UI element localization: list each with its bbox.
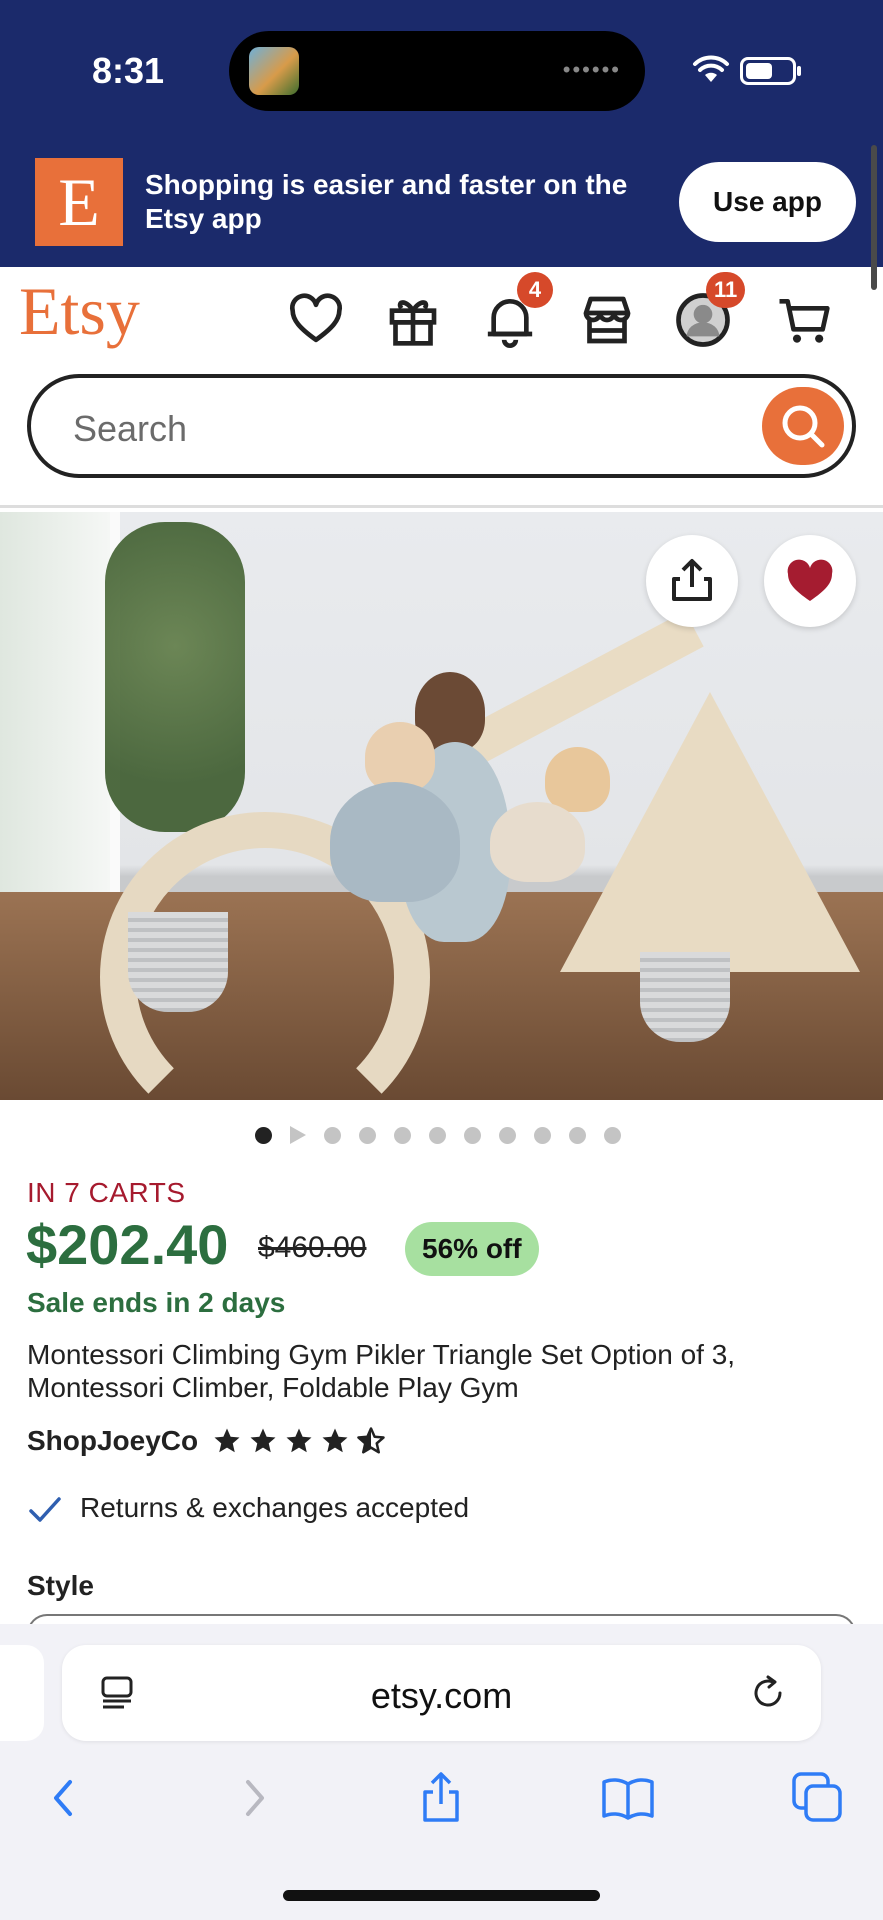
favorite-button[interactable] [764,535,856,627]
home-indicator[interactable] [283,1890,600,1901]
star-full-icon [214,1428,240,1453]
sale-price: $202.40 [26,1213,229,1276]
battery-nub [797,66,801,76]
style-label: Style [27,1570,94,1601]
account-badge: 11 [706,272,746,308]
carousel-dot[interactable] [604,1126,621,1144]
cart-icon[interactable] [776,292,832,348]
star-full-icon [322,1428,348,1453]
etsy-logo[interactable]: Etsy [19,272,140,351]
tabs-icon[interactable] [790,1770,846,1826]
in-carts-label: IN 7 CARTS [27,1177,186,1208]
product-image[interactable] [0,512,883,1100]
etsy-app-logo: E [35,158,123,246]
carousel-dot[interactable] [429,1126,446,1144]
image-basket-left [128,912,228,1012]
checkmark-icon [29,1497,61,1522]
image-toddler-body [330,782,460,902]
carousel-dot[interactable] [534,1126,551,1144]
now-playing-app-icon [249,47,299,95]
carousel-dot[interactable] [359,1126,376,1144]
search-button[interactable] [762,387,844,465]
search-bar[interactable]: Search [27,374,856,478]
product-title: Montessori Climbing Gym Pikler Triangle … [27,1339,736,1403]
url-text[interactable]: etsy.com [62,1675,821,1717]
carousel-dot[interactable] [499,1126,516,1144]
rating-stars[interactable] [212,1426,386,1456]
wifi-icon [693,55,729,82]
discount-badge: 56% off [405,1222,539,1276]
share-sheet-icon[interactable] [413,1770,469,1826]
sale-ends-label: Sale ends in 2 days [27,1287,286,1318]
carousel-dot[interactable] [569,1126,586,1144]
back-icon[interactable] [36,1770,92,1826]
battery-icon [740,57,796,85]
reload-icon[interactable] [748,1673,788,1713]
header-divider [0,505,883,508]
image-girl-body [490,802,585,882]
shop-icon[interactable] [579,292,635,348]
dynamic-island: •••••• [229,31,645,111]
image-girl-head [545,747,610,812]
star-full-icon [286,1428,312,1453]
search-icon [782,405,825,448]
share-button[interactable] [646,535,738,627]
star-full-icon [250,1428,276,1453]
status-time: 8:31 [92,50,165,91]
page-scrollbar[interactable] [871,145,877,290]
carousel-dots[interactable] [255,1126,621,1144]
image-plant [105,522,245,832]
image-window [0,512,120,942]
returns-policy: Returns & exchanges accepted [80,1492,470,1523]
island-indicator-dots: •••••• [562,57,621,82]
shop-name-link[interactable]: ShopJoeyCo [27,1425,198,1457]
image-pikler-triangle [560,692,860,972]
carousel-dot-active[interactable] [255,1126,272,1144]
carousel-dot[interactable] [464,1126,481,1144]
star-half-icon [357,1427,385,1454]
notifications-badge: 4 [517,272,553,308]
app-banner-message: Shopping is easier and faster on the Ets… [145,169,628,234]
video-slide-icon[interactable] [290,1126,306,1144]
heart-icon[interactable] [288,292,344,348]
previous-tab-preview[interactable] [0,1645,44,1741]
use-app-button[interactable]: Use app [679,162,856,242]
share-icon [672,559,712,601]
carousel-dot[interactable] [394,1126,411,1144]
original-price: $460.00 [258,1231,367,1264]
carousel-dot[interactable] [324,1126,341,1144]
forward-icon[interactable] [226,1770,282,1826]
search-input[interactable]: Search [73,408,187,450]
image-basket-right [640,952,730,1042]
heart-filled-icon [787,559,833,601]
address-bar[interactable]: etsy.com [62,1645,821,1741]
gift-icon[interactable] [385,292,441,348]
bookmarks-icon[interactable] [600,1770,656,1826]
